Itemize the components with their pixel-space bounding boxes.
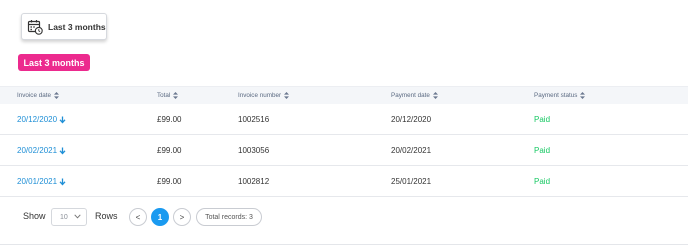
download-arrow-icon[interactable] bbox=[59, 147, 66, 155]
previous-page-button[interactable]: < bbox=[129, 208, 147, 226]
date-range-label: Last 3 months bbox=[48, 21, 106, 32]
invoice-number-cell: 1003056 bbox=[238, 146, 270, 155]
table-row: 20/01/2021 £99.00 1002812 25/01/2021 Pai… bbox=[0, 166, 688, 197]
table-row: 20/12/2020 £99.00 1002516 20/12/2020 Pai… bbox=[0, 104, 688, 135]
invoice-number-cell: 1002516 bbox=[238, 115, 270, 124]
sort-icon bbox=[432, 92, 438, 99]
chevron-down-icon bbox=[74, 213, 81, 221]
table-header: Invoice date Total Invoice number Paymen… bbox=[0, 86, 688, 104]
rows-per-page-select[interactable]: 10 bbox=[51, 208, 87, 226]
next-page-button[interactable]: > bbox=[173, 208, 191, 226]
calendar-clock-icon bbox=[27, 19, 43, 35]
download-arrow-icon[interactable] bbox=[59, 178, 66, 186]
column-header-total[interactable]: Total bbox=[157, 92, 179, 99]
column-header-label: Payment date bbox=[391, 92, 430, 99]
invoice-date-link[interactable]: 20/02/2021 bbox=[17, 135, 66, 166]
total-cell: £99.00 bbox=[157, 115, 182, 124]
invoice-number-cell: 1002812 bbox=[238, 177, 270, 186]
table-row: 20/02/2021 £99.00 1003056 20/02/2021 Pai… bbox=[0, 135, 688, 166]
invoices-table: Invoice date Total Invoice number Paymen… bbox=[0, 86, 688, 197]
column-header-payment-date[interactable]: Payment date bbox=[391, 92, 438, 99]
invoice-date-text: 20/02/2021 bbox=[17, 146, 58, 155]
column-header-label: Invoice date bbox=[17, 92, 51, 99]
invoice-date-text: 20/01/2021 bbox=[17, 177, 58, 186]
download-arrow-icon[interactable] bbox=[59, 116, 66, 124]
column-header-label: Invoice number bbox=[238, 92, 282, 99]
show-label: Show bbox=[23, 211, 46, 221]
payment-status-cell: Paid bbox=[534, 146, 551, 155]
invoice-date-link[interactable]: 20/01/2021 bbox=[17, 166, 66, 197]
total-cell: £99.00 bbox=[157, 146, 182, 155]
sort-icon bbox=[580, 92, 586, 99]
invoice-date-link[interactable]: 20/12/2020 bbox=[17, 104, 66, 135]
date-range-button[interactable]: Last 3 months bbox=[21, 13, 107, 40]
rows-label: Rows bbox=[95, 211, 118, 221]
page-1-button[interactable]: 1 bbox=[151, 208, 169, 226]
column-header-invoice-number[interactable]: Invoice number bbox=[238, 92, 290, 99]
sort-icon bbox=[173, 92, 179, 99]
payment-date-cell: 20/02/2021 bbox=[391, 146, 432, 155]
payment-status-cell: Paid bbox=[534, 115, 551, 124]
payment-date-cell: 25/01/2021 bbox=[391, 177, 432, 186]
rows-per-page-value: 10 bbox=[60, 213, 68, 221]
invoice-date-text: 20/12/2020 bbox=[17, 115, 58, 124]
payment-date-cell: 20/12/2020 bbox=[391, 115, 432, 124]
column-header-label: Total bbox=[157, 92, 171, 99]
total-records-badge: Total records: 3 bbox=[196, 208, 262, 226]
invoices-panel: Last 3 months Last 3 months Invoice date… bbox=[0, 0, 688, 245]
sort-icon bbox=[53, 92, 59, 99]
column-header-label: Payment status bbox=[534, 92, 578, 99]
pagination-bar: Show 10 Rows < 1 > Total records: 3 bbox=[0, 205, 688, 229]
column-header-invoice-date[interactable]: Invoice date bbox=[17, 92, 59, 99]
payment-status-cell: Paid bbox=[534, 177, 551, 186]
sort-icon bbox=[284, 92, 290, 99]
column-header-payment-status[interactable]: Payment status bbox=[534, 92, 586, 99]
active-period-badge: Last 3 months bbox=[18, 54, 90, 71]
total-cell: £99.00 bbox=[157, 177, 182, 186]
